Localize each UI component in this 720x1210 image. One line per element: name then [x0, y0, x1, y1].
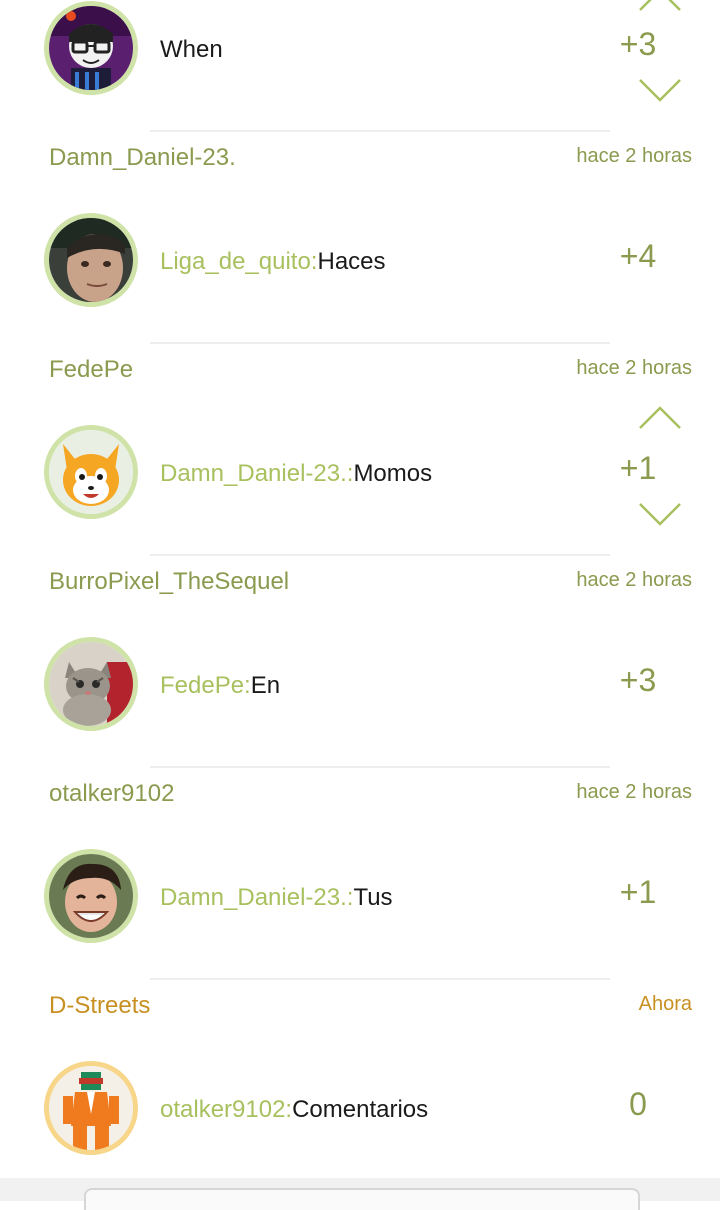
avatar[interactable]: [44, 1061, 138, 1155]
avatar-person-face: [49, 218, 133, 302]
upvote-button[interactable]: [638, 0, 682, 12]
comment-author[interactable]: FedePe: [49, 358, 133, 382]
downvote-button[interactable]: [638, 502, 682, 528]
vote-score: 0: [629, 1086, 647, 1122]
reply-mention[interactable]: Damn_Daniel-23.:: [160, 460, 353, 487]
comment-timestamp: hace 2 horas: [576, 357, 692, 379]
comment-text: Liga_de_quito:Haces: [160, 248, 386, 275]
comment-item[interactable]: FedePe hace 2 horas Damn_Daniel-23.:Momo…: [0, 344, 720, 556]
chevron-up-icon: [639, 0, 681, 11]
comment-item[interactable]: otalker9102 hace 2 horas Damn_Daniel-23.…: [0, 768, 720, 980]
avatar-cartoon-glasses: [49, 6, 133, 90]
comment-timestamp: Ahora: [638, 993, 692, 1015]
comment-timestamp: hace 2 horas: [576, 569, 692, 591]
vote-score: +1: [619, 450, 657, 486]
avatar[interactable]: [44, 1, 138, 95]
comment-text: Damn_Daniel-23.:Tus: [160, 884, 393, 911]
avatar[interactable]: [44, 425, 138, 519]
downvote-button[interactable]: [638, 78, 682, 104]
avatar-orange-suit: [49, 1066, 133, 1150]
comment-author[interactable]: Damn_Daniel-23.: [49, 146, 236, 170]
comment-item[interactable]: D-Streets Ahora otalker9102:Comentarios …: [0, 980, 720, 1178]
comment-timestamp: hace 2 horas: [576, 145, 692, 167]
comment-item[interactable]: When +3: [0, 0, 720, 132]
comment-item[interactable]: BurroPixel_TheSequel hace 2 horas FedePe…: [0, 556, 720, 768]
vote-score: +4: [619, 238, 657, 274]
chevron-down-icon: [639, 503, 681, 526]
comment-text: FedePe:En: [160, 672, 281, 699]
reply-mention[interactable]: otalker9102:: [160, 1096, 292, 1123]
comment-author[interactable]: D-Streets: [49, 994, 150, 1018]
avatar-grinning-person: [49, 854, 133, 938]
comment-composer-bar: [0, 1178, 720, 1210]
comment-timestamp: hace 2 horas: [576, 781, 692, 803]
comment-input[interactable]: [84, 1188, 640, 1210]
reply-mention[interactable]: Damn_Daniel-23.:: [160, 884, 353, 911]
upvote-button[interactable]: [638, 404, 682, 430]
comment-author[interactable]: BurroPixel_TheSequel: [49, 570, 289, 594]
chevron-down-icon: [639, 79, 681, 102]
vote-score: +3: [619, 26, 657, 62]
comment-author[interactable]: otalker9102: [49, 782, 174, 806]
comment-item[interactable]: Damn_Daniel-23. hace 2 horas Liga_de_qui…: [0, 132, 720, 344]
comment-text: When: [160, 36, 223, 63]
comment-text: otalker9102:Comentarios: [160, 1096, 429, 1123]
avatar[interactable]: [44, 849, 138, 943]
avatar[interactable]: [44, 213, 138, 307]
avatar-fox-cartoon: [49, 430, 133, 514]
vote-score: +1: [619, 874, 657, 910]
avatar[interactable]: [44, 637, 138, 731]
comment-text: Damn_Daniel-23.:Momos: [160, 460, 433, 487]
reply-mention[interactable]: Liga_de_quito:: [160, 248, 317, 275]
vote-score: +3: [619, 662, 657, 698]
reply-mention[interactable]: FedePe:: [160, 672, 251, 699]
avatar-kitten: [49, 642, 133, 726]
chevron-up-icon: [639, 406, 681, 429]
